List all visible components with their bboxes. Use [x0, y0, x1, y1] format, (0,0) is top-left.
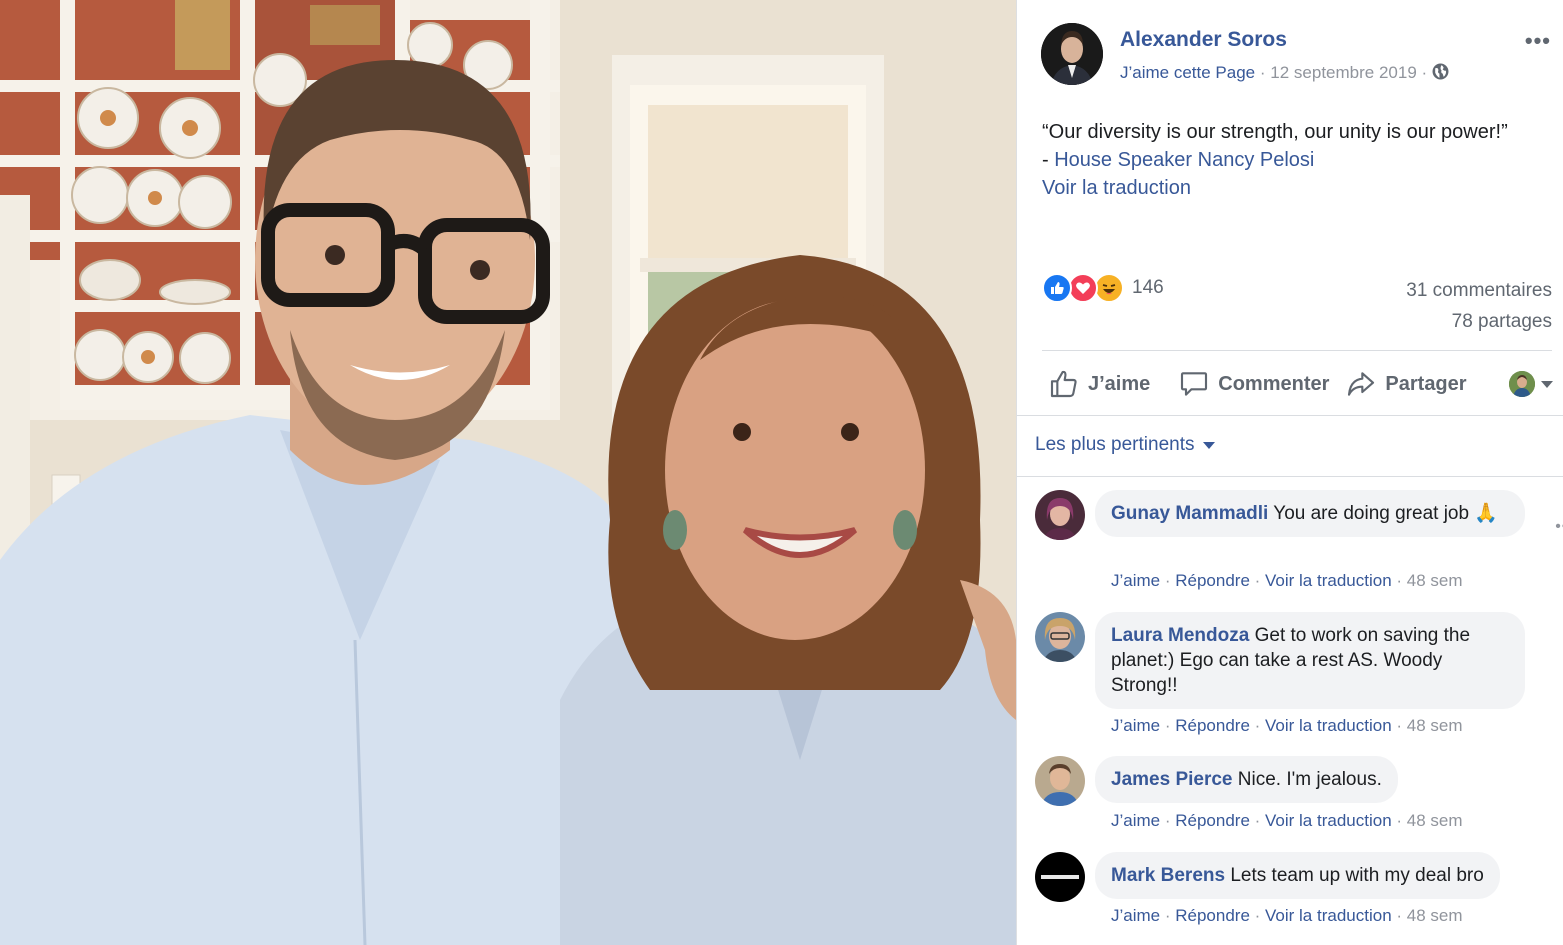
post-attribution: - House Speaker Nancy Pelosi [1042, 146, 1552, 174]
commenter-name[interactable]: Mark Berens [1111, 865, 1225, 886]
commenter-avatar[interactable] [1035, 612, 1085, 662]
comment-like-link[interactable]: J’aime [1111, 571, 1160, 590]
comment-sort-dropdown[interactable]: Les plus pertinents [1035, 434, 1215, 456]
comment-bubble: Laura Mendoza Get to work on saving the … [1095, 612, 1525, 709]
action-bar: J’aime Commenter Partager [1042, 360, 1553, 408]
comment-bubble: Mark Berens Lets team up with my deal br… [1095, 852, 1500, 899]
comment-reply-link[interactable]: Répondre [1175, 716, 1250, 735]
chevron-down-icon [1202, 441, 1215, 449]
like-page-link[interactable]: J’aime cette Page [1120, 63, 1255, 82]
share-button[interactable]: Partager [1345, 368, 1467, 400]
comment-bubble: Gunay Mammadli You are doing great job 🙏 [1095, 490, 1525, 537]
share-label: Partager [1385, 372, 1467, 395]
comment-time[interactable]: 48 sem [1407, 571, 1463, 590]
post-text: “Our diversity is our strength, our unit… [1042, 118, 1552, 202]
comment-translate-link[interactable]: Voir la traduction [1265, 571, 1392, 590]
thumbs-up-icon [1050, 370, 1077, 398]
divider [1042, 350, 1552, 351]
comment-actions: J’aime · Répondre · Voir la traduction ·… [1111, 716, 1463, 735]
comment-time[interactable]: 48 sem [1407, 906, 1463, 925]
commenter-avatar[interactable] [1035, 490, 1085, 540]
meta-separator: · [1421, 63, 1428, 82]
mention-link[interactable]: House Speaker Nancy Pelosi [1054, 149, 1314, 171]
comment-label: Commenter [1218, 372, 1330, 395]
love-reaction-icon [1068, 273, 1098, 303]
post-quote: “Our diversity is our strength, our unit… [1042, 121, 1508, 143]
meta-separator: · [1259, 63, 1266, 82]
comment-like-link[interactable]: J’aime [1111, 906, 1160, 925]
comment-text: Nice. I'm jealous. [1237, 769, 1382, 790]
post-panel: Alexander Soros J’aime cette Page · 12 s… [1016, 0, 1563, 945]
reaction-identity-selector[interactable] [1509, 371, 1553, 397]
comment-time[interactable]: 48 sem [1407, 716, 1463, 735]
comments-count[interactable]: 31 commentaires [1406, 275, 1552, 306]
share-icon [1348, 372, 1375, 396]
post-photo[interactable] [0, 0, 1016, 945]
attribution-dash: - [1042, 149, 1055, 171]
reactions-count: 146 [1132, 277, 1164, 298]
sort-label: Les plus pertinents [1035, 434, 1195, 455]
post-meta: J’aime cette Page · 12 septembre 2019 · [1120, 63, 1449, 83]
more-icon[interactable]: ••• [1555, 518, 1563, 536]
comment-reply-link[interactable]: Répondre [1175, 571, 1250, 590]
engagement-counts: 31 commentaires 78 partages [1406, 275, 1552, 337]
commenter-name[interactable]: James Pierce [1111, 769, 1233, 790]
chevron-down-icon [1541, 380, 1553, 388]
comment-actions: J’aime · Répondre · Voir la traduction ·… [1111, 906, 1463, 925]
post-author[interactable]: Alexander Soros [1120, 28, 1287, 52]
more-icon[interactable]: ••• [1525, 28, 1551, 54]
comment-like-link[interactable]: J’aime [1111, 716, 1160, 735]
comment-actions: J’aime · Répondre · Voir la traduction ·… [1111, 571, 1463, 590]
comment-text: Lets team up with my deal bro [1230, 865, 1484, 886]
post-date[interactable]: 12 septembre 2019 [1270, 63, 1417, 82]
commenter-name[interactable]: Gunay Mammadli [1111, 503, 1268, 524]
comment-like-link[interactable]: J’aime [1111, 811, 1160, 830]
photo-illustration [0, 0, 1016, 945]
section-divider [1017, 476, 1563, 477]
reactions-summary[interactable]: 146 [1042, 272, 1164, 304]
commenter-avatar[interactable] [1035, 852, 1085, 902]
like-reaction-icon [1042, 273, 1072, 303]
like-button[interactable]: J’aime [1048, 368, 1150, 400]
commenter-avatar[interactable] [1035, 756, 1085, 806]
comment-text: You are doing great job 🙏 [1273, 503, 1498, 524]
comment-translate-link[interactable]: Voir la traduction [1265, 716, 1392, 735]
commenter-name[interactable]: Laura Mendoza [1111, 625, 1249, 646]
comment-reply-link[interactable]: Répondre [1175, 811, 1250, 830]
comment-bubble: James Pierce Nice. I'm jealous. [1095, 756, 1398, 803]
comment-icon [1181, 372, 1208, 396]
logo-avatar [1035, 852, 1085, 902]
haha-reaction-icon [1094, 273, 1124, 303]
current-user-avatar [1509, 371, 1535, 397]
shares-count[interactable]: 78 partages [1406, 306, 1552, 337]
translate-link[interactable]: Voir la traduction [1042, 174, 1552, 202]
comment-translate-link[interactable]: Voir la traduction [1265, 906, 1392, 925]
comment-button[interactable]: Commenter [1178, 368, 1329, 400]
comment-time[interactable]: 48 sem [1407, 811, 1463, 830]
like-label: J’aime [1088, 372, 1151, 395]
section-divider [1017, 415, 1563, 416]
comment-actions: J’aime · Répondre · Voir la traduction ·… [1111, 811, 1463, 830]
author-avatar-image [1041, 23, 1103, 85]
globe-icon[interactable] [1432, 63, 1449, 80]
author-avatar[interactable] [1041, 23, 1103, 85]
comment-reply-link[interactable]: Répondre [1175, 906, 1250, 925]
comment-translate-link[interactable]: Voir la traduction [1265, 811, 1392, 830]
